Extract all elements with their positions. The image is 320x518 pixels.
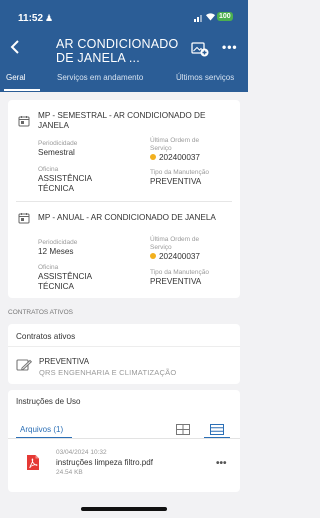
divider — [16, 201, 232, 202]
periodicity-label: Periodicidade — [38, 140, 78, 147]
periodicity-label: Periodicidade — [38, 239, 78, 246]
workshop-label: Oficina — [38, 166, 59, 173]
status-dot — [150, 253, 156, 259]
file-size: 24.54 KB — [56, 469, 83, 476]
instructions-card: Instruções de Uso Arquivos (1) 03/04/202… — [8, 390, 240, 492]
app-header: 11:52 ♟ 100 AR CONDICIONADO DE JANELA ..… — [0, 0, 248, 92]
tab-servicos-em-andamento[interactable]: Serviços em andamento — [57, 73, 143, 82]
add-image-icon — [191, 42, 209, 57]
battery-indicator: 100 — [217, 12, 233, 21]
pdf-file-icon — [27, 455, 39, 470]
periodicity-value: Semestral — [38, 148, 75, 157]
workshop-value: ASSISTÊNCIA TÉCNICA — [38, 174, 92, 193]
divider — [8, 346, 240, 347]
more-options-button[interactable]: ••• — [222, 40, 238, 54]
status-time: 11:52 — [18, 13, 44, 24]
tab-files[interactable]: Arquivos (1) — [20, 425, 63, 434]
contract-edit-icon — [16, 359, 32, 371]
last-order-label: Última Ordem de Serviço — [150, 236, 200, 251]
contracts-title: Contratos ativos — [16, 332, 76, 341]
calendar-icon — [18, 116, 30, 127]
maintenance-plans-card: MP - SEMESTRAL - AR CONDICIONADO DE JANE… — [8, 100, 240, 298]
section-label-contracts: CONTRATOS ATIVOS — [8, 309, 74, 316]
back-button[interactable] — [10, 36, 30, 60]
plan-title: MP - ANUAL - AR CONDICIONADO DE JANELA — [38, 213, 216, 222]
contract-type[interactable]: PREVENTIVA — [39, 357, 89, 366]
maintenance-type-label: Tipo da Manutenção — [150, 169, 210, 176]
file-date: 03/04/2024 10:32 — [56, 449, 107, 456]
wifi-icon — [205, 12, 216, 24]
list-view-icon[interactable] — [210, 424, 224, 435]
add-image-button[interactable] — [191, 41, 209, 57]
grid-view-icon[interactable] — [176, 424, 190, 435]
active-tab-indicator — [4, 89, 40, 91]
page-title: AR CONDICIONADO DE JANELA ... — [56, 37, 179, 65]
calendar-icon — [18, 213, 30, 224]
maintenance-type-label: Tipo da Manutenção — [150, 269, 210, 276]
signal-bars-icon — [194, 15, 204, 22]
contracts-card: Contratos ativos PREVENTIVA QRS ENGENHAR… — [8, 324, 240, 384]
periodicity-value: 12 Meses — [38, 247, 74, 256]
maintenance-type-value: PREVENTIVA — [150, 277, 202, 286]
tab-ultimos-servicos[interactable]: Últimos serviços — [176, 73, 234, 82]
home-indicator[interactable] — [81, 507, 167, 511]
plan-title: MP - SEMESTRAL - AR CONDICIONADO DE JANE… — [38, 111, 206, 130]
person-icon: ♟ — [45, 13, 54, 23]
tab-geral[interactable]: Geral — [6, 73, 26, 82]
instructions-title: Instruções de Uso — [16, 397, 81, 406]
tab-bar: Geral Serviços em andamento Últimos serv… — [0, 70, 248, 92]
file-more-button[interactable]: ••• — [216, 458, 227, 469]
divider — [8, 438, 240, 439]
last-order-value: 202400037 — [150, 252, 200, 262]
workshop-label: Oficina — [38, 264, 59, 271]
file-name[interactable]: instruções limpeza filtro.pdf — [56, 458, 153, 467]
last-order-label: Última Ordem de Serviço — [150, 137, 200, 152]
status-dot — [150, 154, 156, 160]
status-bar: 11:52 ♟ 100 — [0, 0, 248, 30]
maintenance-type-value: PREVENTIVA — [150, 177, 202, 186]
workshop-value: ASSISTÊNCIA TÉCNICA — [38, 272, 92, 291]
last-order-value: 202400037 — [150, 153, 200, 163]
contract-company: QRS ENGENHARIA E CLIMATIZAÇÃO — [39, 368, 177, 377]
chevron-left-icon — [10, 40, 19, 54]
